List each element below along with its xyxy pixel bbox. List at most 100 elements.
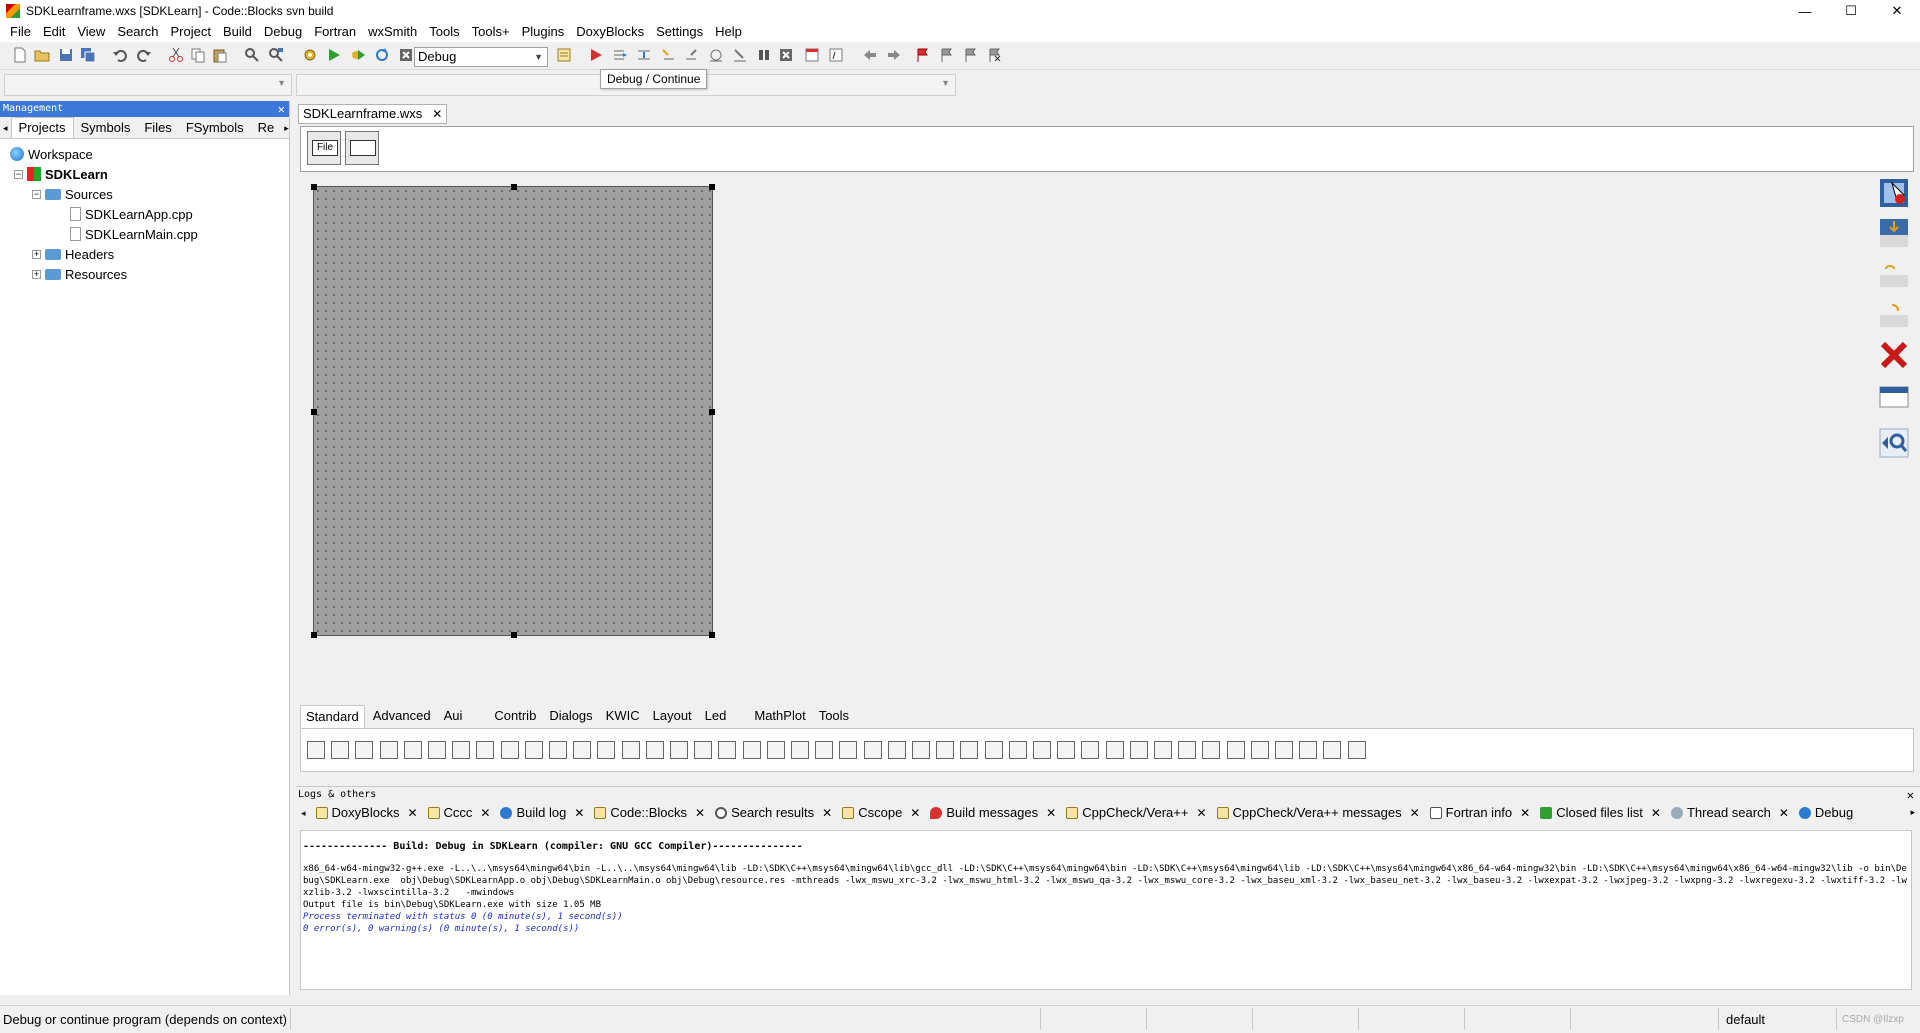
palette-widget-icon[interactable]	[500, 741, 519, 759]
close-tab-icon[interactable]: ✕	[1196, 803, 1206, 823]
replace-icon[interactable]	[268, 47, 284, 63]
tab-projects[interactable]: Projects	[10, 117, 74, 138]
menu-settings[interactable]: Settings	[650, 22, 709, 42]
menu-tools-plus[interactable]: Tools+	[466, 22, 516, 42]
copy-icon[interactable]	[190, 47, 206, 63]
palette-widget-icon[interactable]	[1129, 741, 1148, 759]
log-tab-cppcheck[interactable]: CppCheck/Vera++ ✕	[1061, 803, 1211, 823]
close-tab-icon[interactable]: ✕	[432, 105, 442, 123]
tree-item-workspace[interactable]: Workspace	[10, 145, 93, 163]
palette-widget-icon[interactable]	[1081, 741, 1100, 759]
scroll-right-icon[interactable]: ▸	[281, 118, 292, 138]
scroll-left-icon[interactable]: ◂	[0, 118, 11, 138]
palette-widget-icon[interactable]	[307, 741, 325, 759]
palette-tab-layout[interactable]: Layout	[648, 705, 697, 727]
rebuild-icon[interactable]	[374, 47, 390, 63]
build-log-output[interactable]: -------------- Build: Debug in SDKLearn …	[300, 830, 1912, 990]
close-window-button[interactable]: ✕	[1874, 0, 1920, 22]
palette-widget-icon[interactable]	[1275, 741, 1293, 759]
menu-debug[interactable]: Debug	[258, 22, 308, 42]
log-tab-cppcheck-messages[interactable]: CppCheck/Vera++ messages ✕	[1212, 803, 1425, 823]
log-tab-doxyblocks[interactable]: DoxyBlocks ✕	[311, 803, 423, 823]
close-tab-icon[interactable]: ✕	[1520, 803, 1530, 823]
palette-widget-icon[interactable]	[428, 741, 446, 759]
log-tab-codeblocks[interactable]: Code::Blocks ✕	[589, 803, 710, 823]
palette-widget-icon[interactable]	[1105, 741, 1124, 759]
previous-bookmark-icon[interactable]	[938, 47, 954, 63]
tab-resources[interactable]: Re	[251, 118, 282, 138]
close-panel-icon[interactable]: ✕	[1907, 787, 1914, 803]
close-tab-icon[interactable]: ✕	[480, 803, 490, 823]
new-file-icon[interactable]	[12, 47, 28, 63]
palette-widget-icon[interactable]	[718, 741, 737, 759]
expand-icon[interactable]: +	[32, 249, 41, 259]
menu-file[interactable]: File	[4, 22, 37, 42]
build-target-combo[interactable]: Debug ▼	[414, 47, 548, 67]
save-icon[interactable]	[58, 47, 74, 63]
menu-build[interactable]: Build	[217, 22, 258, 42]
toggle-bookmark-icon[interactable]	[914, 47, 930, 63]
tree-item-project[interactable]: − SDKLearn	[14, 165, 108, 183]
resize-handle[interactable]	[511, 632, 517, 638]
close-tab-icon[interactable]: ✕	[1651, 803, 1661, 823]
palette-widget-icon[interactable]	[621, 741, 640, 759]
log-tab-cccc[interactable]: Cccc ✕	[423, 803, 496, 823]
palette-widget-icon[interactable]	[887, 741, 906, 759]
palette-widget-icon[interactable]	[1154, 741, 1172, 759]
close-tab-icon[interactable]: ✕	[822, 803, 832, 823]
insert-after-icon[interactable]	[1878, 257, 1910, 289]
undo-icon[interactable]	[112, 47, 128, 63]
close-tab-icon[interactable]: ✕	[910, 803, 920, 823]
jump-forward-icon[interactable]	[886, 47, 902, 63]
palette-widget-icon[interactable]	[355, 741, 374, 759]
log-tab-search-results[interactable]: Search results ✕	[710, 803, 837, 823]
resize-handle[interactable]	[709, 184, 715, 190]
tree-item-headers[interactable]: + Headers	[32, 245, 114, 263]
collapse-icon[interactable]: −	[14, 169, 23, 179]
palette-widget-icon[interactable]	[863, 741, 882, 759]
palette-widget-icon[interactable]	[524, 741, 543, 759]
debug-continue-icon[interactable]	[588, 47, 604, 63]
build-icon[interactable]	[302, 47, 318, 63]
run-to-cursor-icon[interactable]	[612, 47, 628, 63]
preview-icon[interactable]	[1878, 381, 1910, 413]
cut-icon[interactable]	[168, 47, 184, 63]
palette-widget-icon[interactable]	[573, 741, 592, 759]
log-tab-build-log[interactable]: Build log ✕	[495, 803, 589, 823]
tree-item-file-main[interactable]: SDKLearnMain.cpp	[70, 225, 198, 243]
scroll-right-icon[interactable]: ▸	[1905, 802, 1920, 822]
menu-wxsmith[interactable]: wxSmith	[362, 22, 423, 42]
stop-debugger-icon[interactable]	[778, 47, 794, 63]
palette-widget-icon[interactable]	[839, 741, 858, 759]
clear-bookmarks-icon[interactable]	[986, 47, 1002, 63]
jump-back-icon[interactable]	[862, 47, 878, 63]
palette-widget-icon[interactable]	[1008, 741, 1027, 759]
palette-widget-icon[interactable]	[476, 741, 495, 759]
menu-tools[interactable]: Tools	[423, 22, 465, 42]
next-instruction-icon[interactable]	[708, 47, 724, 63]
palette-widget-icon[interactable]	[694, 741, 713, 759]
resize-handle[interactable]	[709, 409, 715, 415]
run-icon[interactable]	[326, 47, 342, 63]
menu-view[interactable]: View	[71, 22, 111, 42]
palette-widget-icon[interactable]	[984, 741, 1003, 759]
palette-tab-mathplot[interactable]: MathPlot	[749, 705, 810, 727]
palette-widget-icon[interactable]	[1226, 741, 1245, 759]
menu-edit[interactable]: Edit	[37, 22, 71, 42]
palette-widget-icon[interactable]	[936, 741, 955, 759]
palette-widget-icon[interactable]	[379, 741, 398, 759]
palette-widget-icon[interactable]	[1250, 741, 1269, 759]
paste-icon[interactable]	[212, 47, 228, 63]
delete-icon[interactable]	[1878, 339, 1910, 371]
log-tab-thread-search[interactable]: Thread search ✕	[1666, 803, 1794, 823]
resize-handle[interactable]	[709, 632, 715, 638]
menu-help[interactable]: Help	[709, 22, 748, 42]
insert-parent-icon[interactable]	[1878, 297, 1910, 329]
menu-plugins[interactable]: Plugins	[516, 22, 571, 42]
tab-symbols[interactable]: Symbols	[74, 118, 138, 138]
show-targets-icon[interactable]	[556, 47, 572, 63]
tree-item-sources[interactable]: − Sources	[32, 185, 113, 203]
resize-handle[interactable]	[511, 184, 517, 190]
palette-widget-icon[interactable]	[452, 741, 471, 759]
collapse-icon[interactable]: −	[32, 189, 41, 199]
